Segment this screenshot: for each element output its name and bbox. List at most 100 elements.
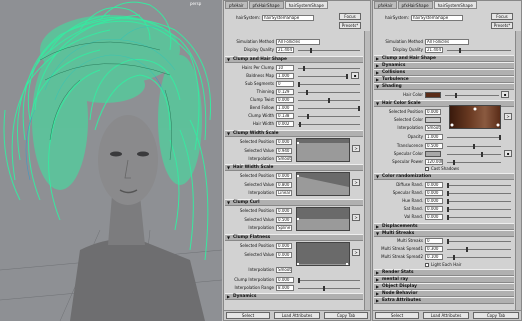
thinning-field[interactable]: 0.129	[276, 89, 294, 95]
diffuse-rand-slider[interactable]	[447, 183, 511, 188]
hair-color-ramp[interactable]	[449, 105, 501, 129]
interpolation-dropdown[interactable]: Linear	[276, 190, 292, 196]
section-color-randomization[interactable]: ▼ Color randomization	[374, 173, 514, 180]
interpolation-dropdown[interactable]: Smooth	[276, 267, 292, 273]
interpolation-dropdown[interactable]: Smooth	[425, 125, 441, 131]
copy-tab-button[interactable]: Copy Tab	[473, 312, 519, 319]
presets-button[interactable]: Presets*	[491, 22, 513, 29]
sat-rand-field[interactable]: 0.000	[425, 206, 443, 212]
hairs-per-clump-field[interactable]: 10	[276, 65, 294, 71]
opacity-field[interactable]: 1.000	[425, 134, 443, 140]
copy-tab-button[interactable]: Copy Tab	[324, 312, 368, 319]
clump-width-field[interactable]: 0.138	[276, 113, 294, 119]
selected-position-field[interactable]: 0.000	[276, 173, 292, 179]
specular-rand-field[interactable]: 0.000	[425, 190, 443, 196]
tab-pfxhair[interactable]: pfxHair	[374, 1, 397, 9]
presets-button[interactable]: Presets*	[339, 22, 361, 29]
focus-button[interactable]: Focus	[339, 13, 361, 20]
selected-value-field[interactable]: 0.000	[276, 252, 292, 258]
selected-position-field[interactable]: 0.000	[276, 139, 292, 145]
bend-follow-slider[interactable]	[298, 106, 360, 111]
light-each-hair-checkbox[interactable]	[425, 263, 429, 267]
selected-position-field[interactable]: 0.000	[276, 208, 292, 214]
section-dynamics[interactable]: ▶ Dynamics	[225, 293, 363, 300]
baldness-map-slider[interactable]	[298, 74, 348, 79]
interpolation-dropdown[interactable]: Spline	[276, 225, 292, 231]
multi-streaks-field[interactable]: 0	[425, 238, 443, 244]
cast-shadows-checkbox[interactable]	[425, 167, 429, 171]
multi-streaks-slider[interactable]	[447, 239, 511, 244]
selected-value-field[interactable]: 0.500	[276, 217, 292, 223]
multi-streak-spread2-slider[interactable]	[447, 255, 511, 260]
section-shading[interactable]: ▼ Shading	[374, 83, 514, 90]
clump-width-slider[interactable]	[298, 114, 360, 119]
section-hair-width-scale[interactable]: ▼ Hair Width Scale	[225, 164, 363, 171]
multi-streak-spread2-field[interactable]: 0.100	[425, 254, 443, 260]
focus-button[interactable]: Focus	[491, 13, 513, 20]
clump-interpolation-slider[interactable]	[298, 278, 360, 283]
section-extra-attributes[interactable]: ▶ Extra Attributes	[374, 297, 514, 304]
bend-follow-field[interactable]: 1.000	[276, 105, 294, 111]
display-quality-field[interactable]: 21.404	[425, 47, 443, 53]
hair-color-swatch[interactable]	[425, 92, 441, 98]
section-clump-hair-shape[interactable]: ▶ Clump and Hair Shape	[374, 55, 514, 62]
section-clump-width-scale[interactable]: ▼ Clump Width Scale	[225, 130, 363, 137]
section-displacements[interactable]: ▶ Displacements	[374, 223, 514, 230]
val-rand-slider[interactable]	[447, 215, 511, 220]
hue-rand-slider[interactable]	[447, 199, 511, 204]
ramp-expand-button[interactable]: >	[352, 214, 360, 221]
translucence-slider[interactable]	[447, 144, 501, 149]
node-name-field[interactable]: hairSystemShape	[262, 15, 314, 21]
tab-hairsystemshape[interactable]: hairSystemShape	[284, 1, 328, 9]
map-button-icon[interactable]: ▪	[501, 91, 509, 98]
section-object-display[interactable]: ▶ Object Display	[374, 283, 514, 290]
display-quality-field[interactable]: 21.404	[276, 47, 294, 53]
3d-viewport[interactable]: persp	[0, 0, 222, 321]
interpolation-range-slider[interactable]	[298, 286, 360, 291]
diffuse-rand-field[interactable]: 0.000	[425, 182, 443, 188]
baldness-map-field[interactable]: 1.000	[276, 73, 294, 79]
ramp-expand-button[interactable]: >	[352, 145, 360, 152]
tab-pfxhairshape[interactable]: pfxHairShape	[248, 1, 284, 9]
multi-streak-spread1-field[interactable]: 0.300	[425, 246, 443, 252]
display-quality-slider[interactable]	[298, 48, 360, 53]
tab-pfxhairshape[interactable]: pfxHairShape	[397, 1, 433, 9]
clump-width-ramp[interactable]	[296, 138, 350, 162]
specular-color-swatch[interactable]	[425, 151, 441, 157]
specular-power-slider[interactable]	[447, 160, 501, 165]
opacity-slider[interactable]	[447, 135, 501, 140]
clump-twist-slider[interactable]	[298, 98, 360, 103]
clump-interpolation-field[interactable]: 0.000	[276, 277, 294, 283]
translucence-field[interactable]: 0.500	[425, 143, 443, 149]
clump-curl-ramp[interactable]	[296, 207, 350, 231]
select-button[interactable]: Select	[375, 312, 419, 319]
clump-twist-field[interactable]: 0.000	[276, 97, 294, 103]
ramp-expand-button[interactable]: >	[352, 249, 360, 256]
section-dynamics[interactable]: ▶ Dynamics	[374, 62, 514, 69]
node-name-field[interactable]: hairSystemShape	[411, 15, 463, 21]
sub-segments-field[interactable]: 0	[276, 81, 294, 87]
section-turbulence[interactable]: ▶ Turbulence	[374, 76, 514, 83]
tab-pfxhair[interactable]: pfxHair	[225, 1, 248, 9]
multi-streak-spread1-slider[interactable]	[447, 247, 511, 252]
hair-width-ramp[interactable]	[296, 172, 350, 196]
selected-value-field[interactable]: 0.800	[276, 182, 292, 188]
map-button-icon[interactable]: ▪	[504, 150, 512, 157]
selected-position-field[interactable]: 0.000	[276, 243, 292, 249]
section-node-behavior[interactable]: ▶ Node Behavior	[374, 290, 514, 297]
selected-color-swatch[interactable]	[425, 117, 441, 123]
interpolation-range-field[interactable]: 8.000	[276, 285, 294, 291]
thinning-slider[interactable]	[298, 90, 360, 95]
specular-rand-slider[interactable]	[447, 191, 511, 196]
hair-width-slider[interactable]	[298, 122, 360, 127]
sim-method-dropdown[interactable]: All Follicles	[425, 39, 469, 45]
section-clump-flatness[interactable]: ▼ Clump Flatness	[225, 234, 363, 241]
hairs-per-clump-slider[interactable]	[298, 66, 360, 71]
section-render-stats[interactable]: ▶ Render Stats	[374, 269, 514, 276]
interpolation-dropdown[interactable]: Smooth	[276, 156, 292, 162]
section-clump-hair-shape[interactable]: ▼ Clump and Hair Shape	[225, 56, 363, 63]
section-clump-curl[interactable]: ▼ Clump Curl	[225, 199, 363, 206]
ramp-expand-button[interactable]: >	[352, 179, 360, 186]
clump-flatness-ramp[interactable]	[296, 242, 350, 266]
ramp-expand-button[interactable]: >	[504, 113, 512, 120]
